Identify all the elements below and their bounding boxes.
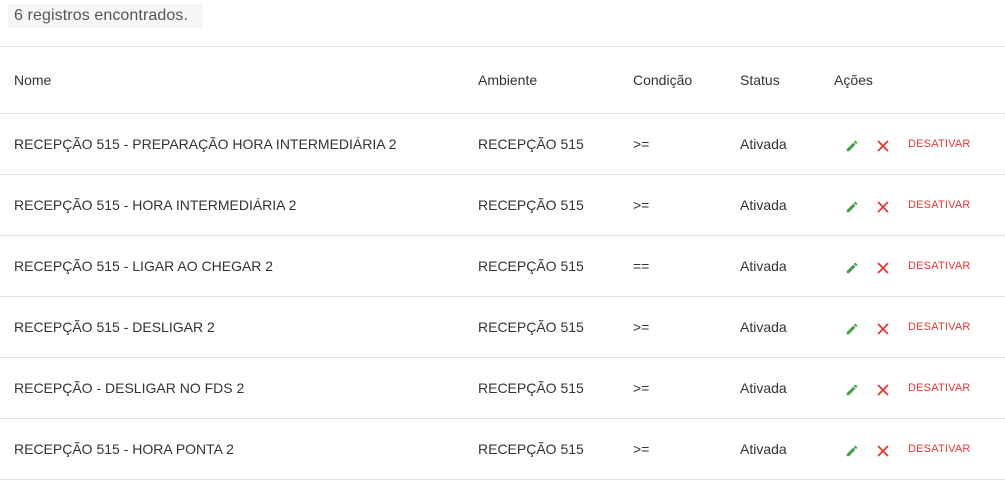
cell-name: RECEPÇÃO 515 - LIGAR AO CHEGAR 2: [0, 235, 464, 297]
cell-name: RECEPÇÃO 515 - HORA INTERMEDIÁRIA 2: [0, 174, 464, 236]
cell-status: Ativada: [726, 418, 820, 480]
pencil-icon[interactable]: [844, 382, 860, 398]
pencil-icon[interactable]: [844, 321, 860, 337]
cell-environment: RECEPÇÃO 515: [464, 235, 619, 297]
close-icon[interactable]: [875, 443, 891, 459]
cell-condition: >=: [619, 296, 726, 358]
column-header-environment: Ambiente: [464, 47, 619, 114]
results-count: 6 registros encontrados.: [8, 4, 203, 28]
deactivate-button[interactable]: DESATIVAR: [908, 321, 971, 333]
cell-actions: DESATIVAR: [820, 235, 1005, 297]
row-actions: DESATIVAR: [834, 419, 1005, 479]
cell-condition: >=: [619, 174, 726, 236]
close-icon[interactable]: [875, 321, 891, 337]
table-header-row: Nome Ambiente Condição Status Ações: [0, 47, 1005, 114]
deactivate-button[interactable]: DESATIVAR: [908, 443, 971, 455]
row-actions: DESATIVAR: [834, 175, 1005, 235]
close-icon[interactable]: [875, 138, 891, 154]
deactivate-button[interactable]: DESATIVAR: [908, 199, 971, 211]
deactivate-button[interactable]: DESATIVAR: [908, 260, 971, 272]
pencil-icon[interactable]: [844, 443, 860, 459]
column-header-name: Nome: [0, 47, 464, 114]
cell-name: RECEPÇÃO 515 - DESLIGAR 2: [0, 296, 464, 358]
cell-name: RECEPÇÃO 515 - HORA PONTA 2: [0, 418, 464, 480]
pencil-icon[interactable]: [844, 260, 860, 276]
cell-actions: DESATIVAR: [820, 113, 1005, 175]
cell-condition: ==: [619, 235, 726, 297]
cell-status: Ativada: [726, 113, 820, 175]
table-row: RECEPÇÃO 515 - HORA PONTA 2 RECEPÇÃO 515 >…: [0, 418, 1005, 480]
cell-condition: >=: [619, 357, 726, 419]
cell-environment: RECEPÇÃO 515: [464, 296, 619, 358]
cell-status: Ativada: [726, 357, 820, 419]
cell-actions: DESATIVAR: [820, 418, 1005, 480]
row-actions: DESATIVAR: [834, 358, 1005, 418]
cell-environment: RECEPÇÃO 515: [464, 174, 619, 236]
column-header-actions: Ações: [820, 47, 1005, 114]
close-icon[interactable]: [875, 199, 891, 215]
cell-actions: DESATIVAR: [820, 357, 1005, 419]
cell-condition: >=: [619, 418, 726, 480]
cell-actions: DESATIVAR: [820, 296, 1005, 358]
deactivate-button[interactable]: DESATIVAR: [908, 138, 971, 150]
table-row: RECEPÇÃO - DESLIGAR NO FDS 2 RECEPÇÃO 515…: [0, 357, 1005, 419]
cell-status: Ativada: [726, 235, 820, 297]
table-row: RECEPÇÃO 515 - DESLIGAR 2 RECEPÇÃO 515 >= A…: [0, 296, 1005, 358]
cell-actions: DESATIVAR: [820, 174, 1005, 236]
pencil-icon[interactable]: [844, 199, 860, 215]
cell-environment: RECEPÇÃO 515: [464, 418, 619, 480]
column-header-condition: Condição: [619, 47, 726, 114]
table-body: RECEPÇÃO 515 - PREPARAÇÃO HORA INTERMEDI…: [0, 113, 1005, 480]
cell-name: RECEPÇÃO 515 - PREPARAÇÃO HORA INTERMEDI…: [0, 113, 464, 175]
table-row: RECEPÇÃO 515 - PREPARAÇÃO HORA INTERMEDI…: [0, 113, 1005, 175]
row-actions: DESATIVAR: [834, 297, 1005, 357]
close-icon[interactable]: [875, 260, 891, 276]
pencil-icon[interactable]: [844, 138, 860, 154]
row-actions: DESATIVAR: [834, 114, 1005, 174]
cell-status: Ativada: [726, 296, 820, 358]
records-table: Nome Ambiente Condição Status Ações RECE…: [0, 47, 1005, 480]
column-header-status: Status: [726, 47, 820, 114]
table-row: RECEPÇÃO 515 - LIGAR AO CHEGAR 2 RECEPÇÃO…: [0, 235, 1005, 297]
table-row: RECEPÇÃO 515 - HORA INTERMEDIÁRIA 2 RECEP…: [0, 174, 1005, 236]
cell-condition: >=: [619, 113, 726, 175]
cell-status: Ativada: [726, 174, 820, 236]
cell-environment: RECEPÇÃO 515: [464, 357, 619, 419]
cell-environment: RECEPÇÃO 515: [464, 113, 619, 175]
close-icon[interactable]: [875, 382, 891, 398]
results-summary-bar: 6 registros encontrados.: [0, 0, 1005, 47]
deactivate-button[interactable]: DESATIVAR: [908, 382, 971, 394]
cell-name: RECEPÇÃO - DESLIGAR NO FDS 2: [0, 357, 464, 419]
row-actions: DESATIVAR: [834, 236, 1005, 296]
